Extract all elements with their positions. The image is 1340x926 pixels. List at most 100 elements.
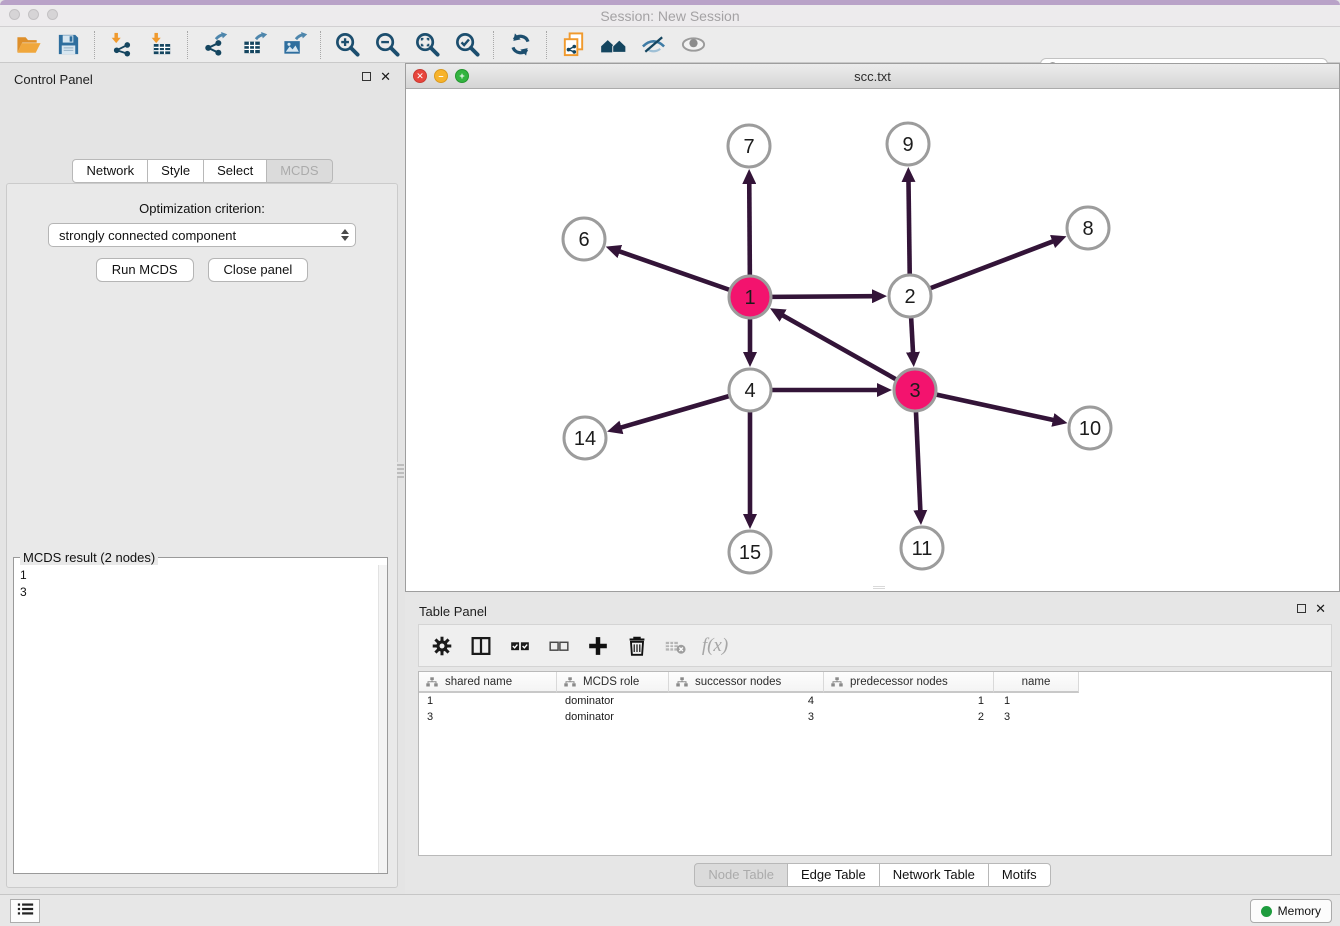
- node-11[interactable]: 11: [901, 527, 943, 569]
- node-8[interactable]: 8: [1067, 207, 1109, 249]
- refresh-button[interactable]: [500, 29, 540, 61]
- cell[interactable]: 4: [669, 693, 824, 709]
- node-4[interactable]: 4: [729, 369, 771, 411]
- tab-style[interactable]: Style: [147, 159, 204, 183]
- edge-1-7[interactable]: [749, 183, 750, 275]
- settings-gear-button[interactable]: [428, 632, 456, 660]
- import-network-icon: [108, 31, 135, 58]
- node-7[interactable]: 7: [728, 125, 770, 167]
- cell[interactable]: 1: [994, 693, 1079, 709]
- import-network-button[interactable]: [101, 29, 141, 61]
- import-table-button[interactable]: [141, 29, 181, 61]
- add-row-button[interactable]: [584, 632, 612, 660]
- edge-3-1[interactable]: [782, 315, 896, 379]
- mcds-result-values[interactable]: 1 3: [14, 565, 387, 601]
- run-mcds-button[interactable]: Run MCDS: [96, 258, 194, 282]
- node-2[interactable]: 2: [889, 275, 931, 317]
- tab-edge-table[interactable]: Edge Table: [787, 863, 880, 887]
- tab-node-table[interactable]: Node Table: [694, 863, 788, 887]
- column-header-shared-name[interactable]: shared name: [419, 672, 557, 693]
- optimization-criterion-select[interactable]: strongly connected component: [48, 223, 356, 247]
- open-session-button[interactable]: [8, 29, 48, 61]
- svg-text:8: 8: [1082, 218, 1093, 240]
- new-network-from-selection-icon: [560, 31, 587, 58]
- memory-button-label: Memory: [1278, 904, 1321, 918]
- show-all-button[interactable]: [673, 29, 713, 61]
- node-9[interactable]: 9: [887, 123, 929, 165]
- network-canvas[interactable]: 7 9 6 8 1 2 4 3 14 10 15 11: [406, 89, 1339, 591]
- network-window: ✕ – + scc.txt 7 9 6 8 1 2 4 3 14 10 15 11: [405, 63, 1340, 592]
- edge-2-9[interactable]: [908, 181, 909, 274]
- close-panel-button[interactable]: Close panel: [208, 258, 309, 282]
- edge-1-6[interactable]: [619, 251, 729, 290]
- hide-selected-button[interactable]: [633, 29, 673, 61]
- edge-3-10[interactable]: [936, 395, 1053, 420]
- toolbar-separator: [493, 31, 494, 59]
- export-table-button[interactable]: [234, 29, 274, 61]
- cell[interactable]: dominator: [557, 709, 669, 725]
- node-1[interactable]: 1: [729, 276, 771, 318]
- float-table-panel-icon[interactable]: [1297, 604, 1306, 613]
- delete-table-icon: [663, 633, 689, 659]
- network-window-titlebar[interactable]: ✕ – + scc.txt: [406, 64, 1339, 89]
- task-history-button[interactable]: [10, 899, 40, 923]
- mcds-panel: Optimization criterion: strongly connect…: [6, 183, 398, 888]
- edge-2-3[interactable]: [911, 318, 913, 353]
- deselect-all-rows-button[interactable]: [545, 632, 573, 660]
- close-panel-icon[interactable]: ✕: [380, 72, 391, 81]
- new-network-from-selection-button[interactable]: [553, 29, 593, 61]
- float-panel-icon[interactable]: [362, 72, 371, 81]
- edge-2-8[interactable]: [931, 241, 1054, 288]
- node-10[interactable]: 10: [1069, 407, 1111, 449]
- delete-row-button[interactable]: [623, 632, 651, 660]
- table-row[interactable]: 1dominator411: [419, 693, 1331, 709]
- save-session-button[interactable]: [48, 29, 88, 61]
- select-all-rows-button[interactable]: [506, 632, 534, 660]
- zoom-selected-button[interactable]: [447, 29, 487, 61]
- node-table[interactable]: shared nameMCDS rolesuccessor nodesprede…: [418, 671, 1332, 856]
- function-builder-button[interactable]: f(x): [701, 632, 729, 660]
- column-header-name[interactable]: name: [994, 672, 1079, 693]
- node-6[interactable]: 6: [563, 218, 605, 260]
- cell[interactable]: 3: [669, 709, 824, 725]
- column-header-MCDS-role[interactable]: MCDS role: [557, 672, 669, 693]
- cell[interactable]: 1: [419, 693, 557, 709]
- tab-network-table[interactable]: Network Table: [879, 863, 989, 887]
- tab-mcds[interactable]: MCDS: [266, 159, 332, 183]
- close-table-panel-icon[interactable]: ✕: [1315, 604, 1326, 613]
- column-header-successor-nodes[interactable]: successor nodes: [669, 672, 824, 693]
- zoom-selected-icon: [454, 31, 481, 58]
- edge-3-11[interactable]: [916, 412, 920, 511]
- delete-table-button[interactable]: [662, 632, 690, 660]
- memory-button[interactable]: Memory: [1250, 899, 1332, 923]
- add-row-icon: [585, 633, 611, 659]
- tab-select[interactable]: Select: [203, 159, 267, 183]
- network-resize-handle[interactable]: [873, 586, 885, 590]
- first-neighbors-button[interactable]: [593, 29, 633, 61]
- panel-splitter-handle[interactable]: [397, 462, 404, 478]
- cell[interactable]: 3: [994, 709, 1079, 725]
- column-header-predecessor-nodes[interactable]: predecessor nodes: [824, 672, 994, 693]
- export-network-button[interactable]: [194, 29, 234, 61]
- node-15[interactable]: 15: [729, 531, 771, 573]
- edge-1-2[interactable]: [772, 296, 873, 297]
- node-3[interactable]: 3: [894, 369, 936, 411]
- network-canvas-svg[interactable]: 7 9 6 8 1 2 4 3 14 10 15 11: [406, 89, 1339, 591]
- show-columns-button[interactable]: [467, 632, 495, 660]
- export-image-button[interactable]: [274, 29, 314, 61]
- edge-4-14[interactable]: [621, 396, 729, 428]
- table-row[interactable]: 3dominator323: [419, 709, 1331, 725]
- cell[interactable]: 2: [824, 709, 994, 725]
- cell[interactable]: 1: [824, 693, 994, 709]
- zoom-out-button[interactable]: [367, 29, 407, 61]
- tab-network[interactable]: Network: [72, 159, 148, 183]
- toolbar-separator: [320, 31, 321, 59]
- cell[interactable]: dominator: [557, 693, 669, 709]
- tab-motifs[interactable]: Motifs: [988, 863, 1051, 887]
- result-scrollbar[interactable]: [378, 565, 387, 873]
- zoom-in-button[interactable]: [327, 29, 367, 61]
- cell[interactable]: 3: [419, 709, 557, 725]
- zoom-fit-button[interactable]: [407, 29, 447, 61]
- node-14[interactable]: 14: [564, 417, 606, 459]
- column-type-icon: [676, 677, 688, 687]
